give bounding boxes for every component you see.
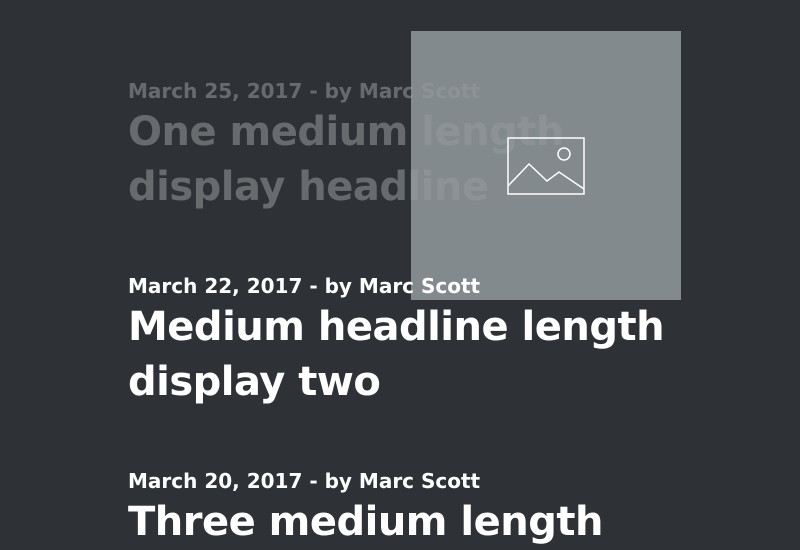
post-title-line: Three medium length [128,499,603,545]
post-title[interactable]: Medium headline length display two [128,300,768,410]
image-icon [507,136,585,195]
post-meta: March 20, 2017 - by Marc Scott [128,469,481,493]
image-placeholder [411,31,681,300]
post-title[interactable]: Three medium length [128,495,768,550]
post-title-line: display two [128,359,381,405]
post-item[interactable]: March 20, 2017 - by Marc Scott Three med… [128,469,768,550]
post-title-line: Medium headline length [128,304,665,350]
post-meta: March 22, 2017 - by Marc Scott [128,274,481,298]
post-item[interactable]: March 22, 2017 - by Marc Scott Medium he… [128,274,768,410]
